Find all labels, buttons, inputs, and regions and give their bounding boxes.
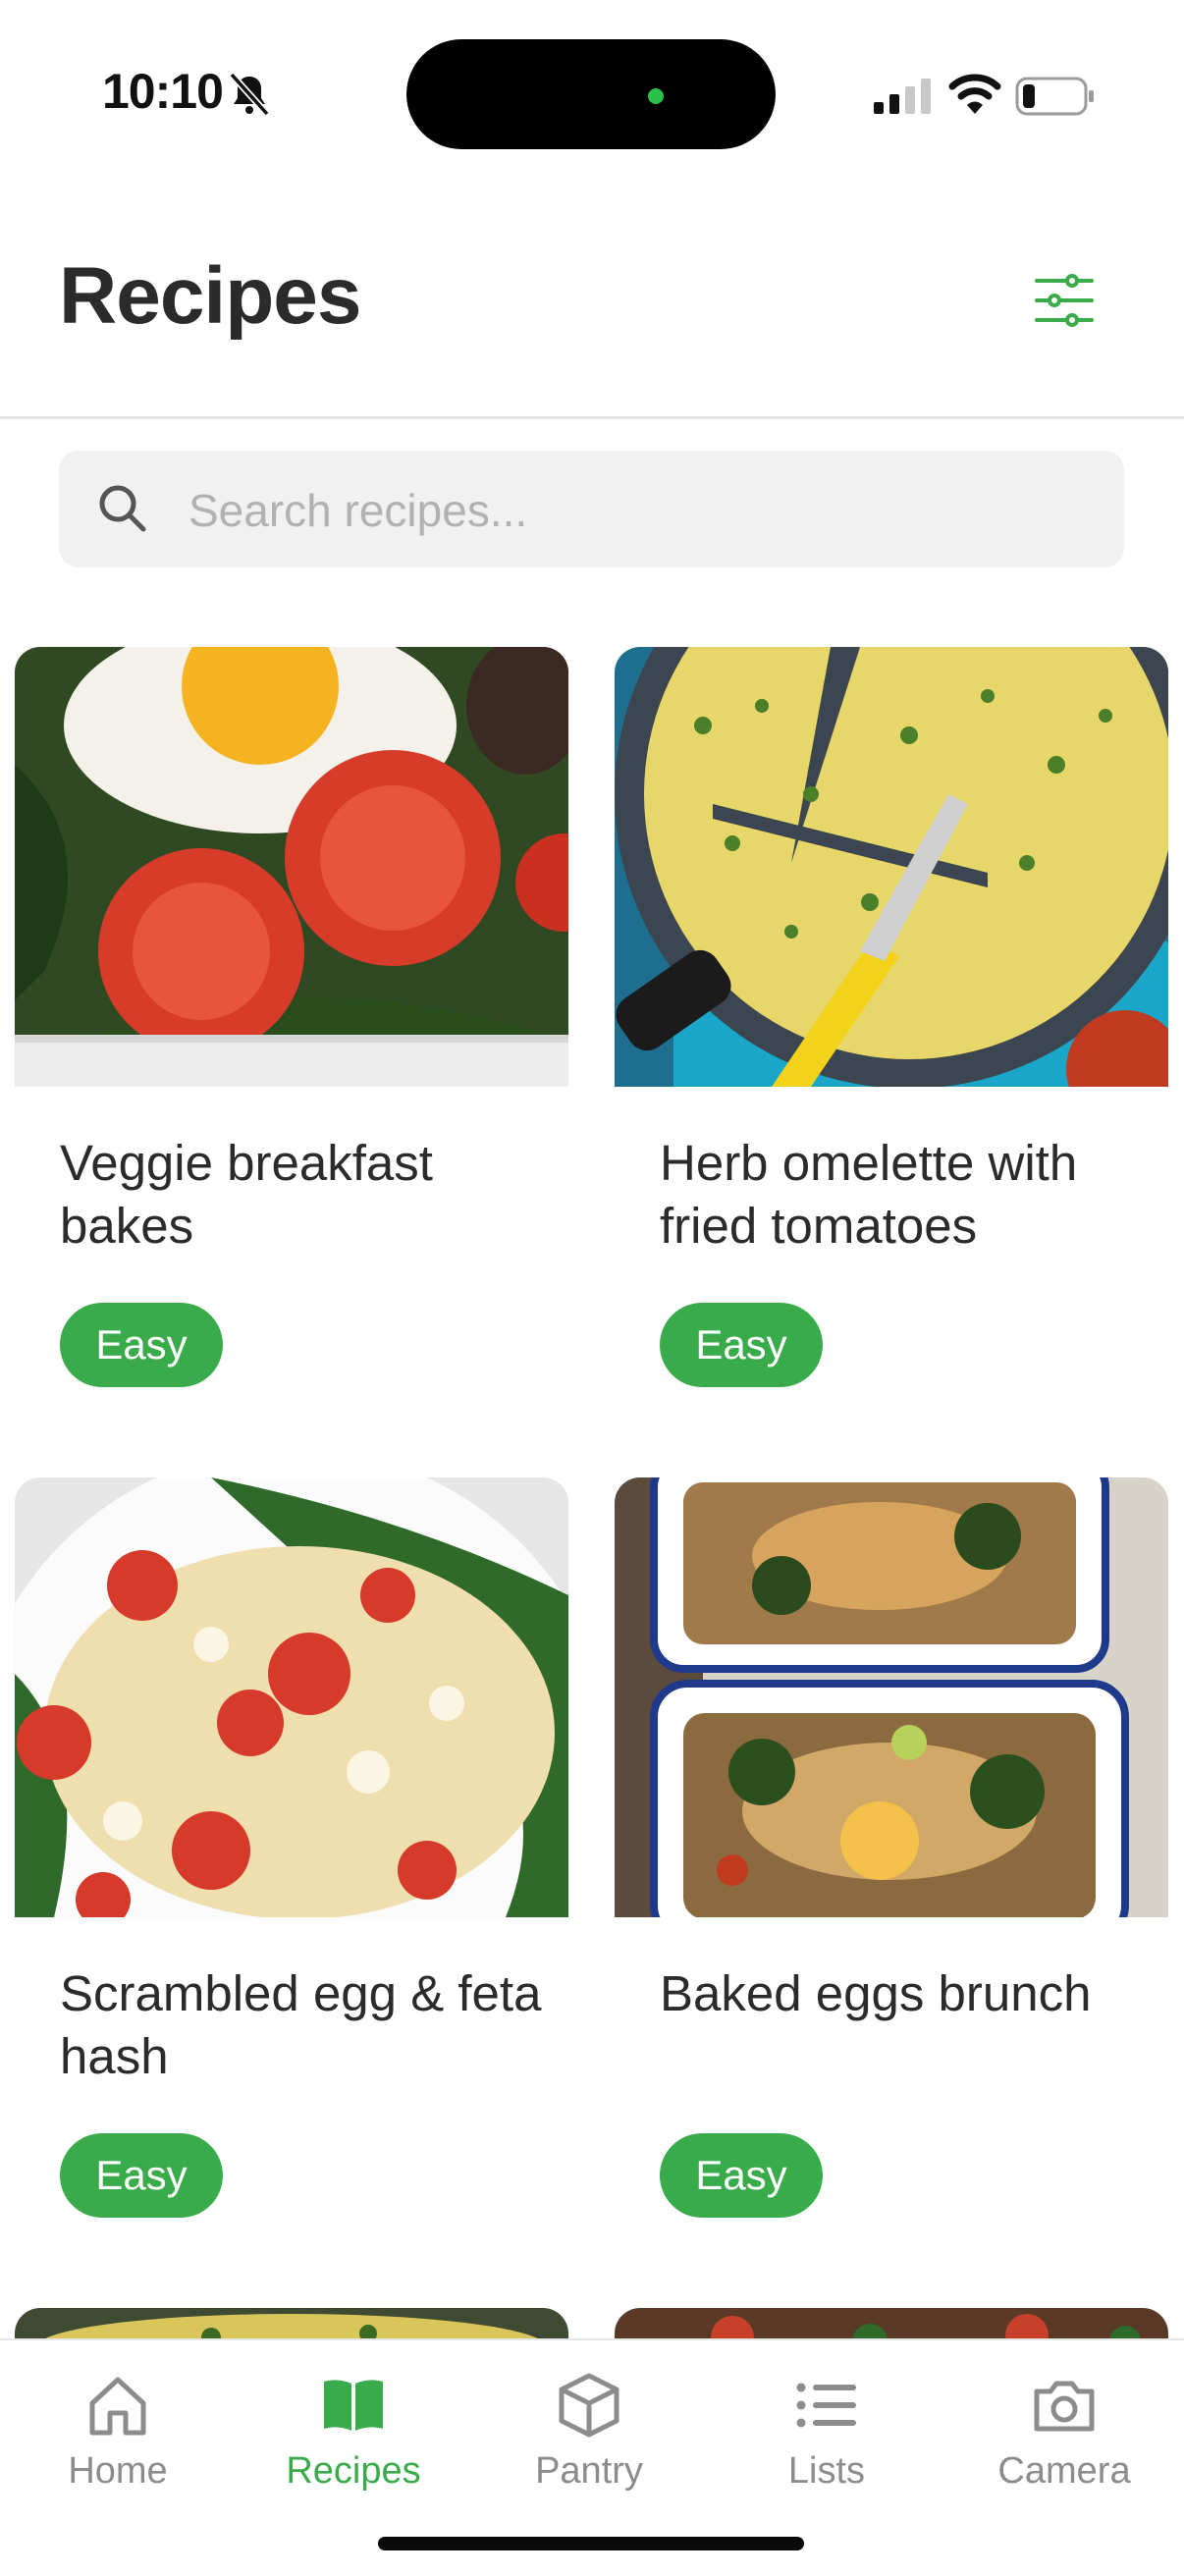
nav-label: Pantry (535, 2450, 643, 2492)
bell-slash-icon (229, 72, 270, 117)
list-icon (796, 2383, 856, 2428)
book-icon (324, 2380, 383, 2431)
camera-icon (1034, 2381, 1095, 2432)
nav-label: Recipes (286, 2450, 421, 2492)
recipe-title: Scrambled egg & feta hash (60, 1965, 542, 2084)
filter-button[interactable] (1025, 267, 1103, 334)
recipe-card[interactable]: Baked eggs brunch Easy (615, 1477, 1168, 2263)
header-divider (0, 416, 1184, 419)
difficulty-badge: Easy (60, 2133, 223, 2218)
nav-label: Camera (997, 2450, 1131, 2492)
home-indicator (378, 2537, 804, 2550)
recipe-card[interactable]: Scrambled egg & feta hash Easy (15, 1477, 568, 2263)
recipe-title: Veggie breakfast bakes (60, 1135, 433, 1254)
difficulty-badge: Easy (660, 1303, 823, 1387)
sliders-icon (1035, 274, 1094, 327)
recipe-card[interactable]: Veggie breakfast bakes Easy (15, 647, 568, 1432)
wifi-icon (948, 74, 1001, 114)
nav-label: Lists (787, 2450, 866, 2492)
page-title: Recipes (59, 251, 362, 341)
nav-item-home[interactable]: Home (20, 2370, 216, 2517)
recipe-title: Herb omelette with fried tomatoes (660, 1135, 1078, 1254)
recipe-card[interactable]: Herb omelette with fried tomatoes Easy (615, 647, 1168, 1432)
camera-indicator-dot (648, 88, 664, 104)
nav-item-pantry[interactable]: Pantry (491, 2370, 687, 2517)
cellular-signal-icon (874, 79, 931, 114)
status-bar: 10:10 (0, 0, 1184, 177)
recipe-image (15, 647, 568, 1087)
difficulty-badge: Easy (60, 1303, 223, 1387)
status-time: 10:10 (102, 64, 224, 119)
search-bar[interactable] (59, 451, 1124, 569)
battery-icon (1015, 77, 1094, 116)
nav-label: Home (68, 2450, 168, 2492)
difficulty-badge: Easy (660, 2133, 823, 2218)
box-icon (559, 2373, 619, 2438)
dynamic-island (406, 39, 776, 149)
recipe-title: Baked eggs brunch (660, 1965, 1092, 2021)
recipe-image (15, 1477, 568, 1917)
recipe-image (615, 1477, 1168, 1917)
home-icon (89, 2377, 146, 2436)
nav-item-lists[interactable]: Lists (728, 2370, 925, 2517)
search-icon (99, 485, 146, 532)
search-input[interactable] (187, 451, 1094, 569)
nav-item-camera[interactable]: Camera (966, 2370, 1162, 2517)
nav-item-recipes[interactable]: Recipes (255, 2370, 452, 2517)
recipe-image (615, 647, 1168, 1087)
